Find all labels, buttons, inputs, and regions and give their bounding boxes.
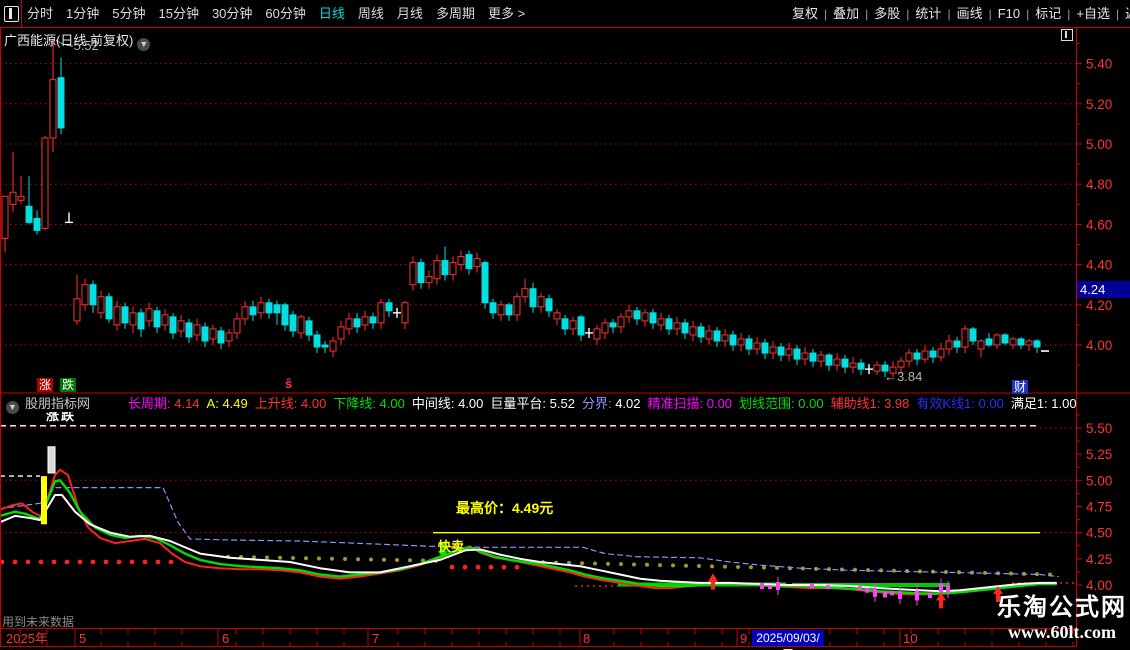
svg-text:4.80: 4.80 — [1086, 177, 1112, 192]
date-label-6: 6 — [222, 631, 230, 646]
chevron-down-icon[interactable]: ▼ — [6, 401, 19, 414]
svg-text:4.00: 4.00 — [1086, 338, 1112, 353]
svg-text:5.20: 5.20 — [1086, 97, 1112, 112]
menu-item-60分钟[interactable]: 60分钟 — [265, 0, 305, 27]
svg-text:5.00: 5.00 — [1086, 137, 1112, 152]
tool-button-F10[interactable]: F10 — [992, 0, 1026, 27]
menu-item-1分钟[interactable]: 1分钟 — [66, 0, 99, 27]
watermark-url: www.60lt.com — [1008, 622, 1116, 642]
tool-button-标记[interactable]: 标记 — [1029, 0, 1067, 27]
app-window: ~5.52 ←3.84 最高价：4.49元 快卖 5.40 5.20 5.00 4.80 4.6… — [0, 0, 1130, 650]
param-A: A: 4.49 — [206, 396, 248, 411]
date-label-8: 8 — [583, 631, 591, 646]
menu-item-周线[interactable]: 周线 — [358, 0, 384, 27]
menu-item-15分钟[interactable]: 15分钟 — [158, 0, 198, 27]
tools-menu: 复权|叠加|多股|统计|画线|F10|标记|+自选|返回 — [786, 0, 1130, 27]
svg-text:4.60: 4.60 — [1086, 217, 1112, 232]
menu-item-30分钟[interactable]: 30分钟 — [212, 0, 252, 27]
tool-button-+自选[interactable]: +自选 — [1070, 0, 1116, 27]
svg-text:最高价：4.49元: 最高价：4.49元 — [456, 500, 553, 516]
badge-财[interactable]: 财 — [1012, 380, 1029, 394]
param-辅助线1: 辅助线1: 3.98 — [830, 396, 910, 411]
tool-button-统计[interactable]: 统计 — [909, 0, 947, 27]
chevron-down-icon[interactable]: ▼ — [137, 38, 151, 51]
param-中间线: 中间线: 4.00 — [411, 396, 484, 411]
tool-button-多股[interactable]: 多股 — [868, 0, 906, 27]
svg-text:5.25: 5.25 — [1086, 447, 1112, 462]
future-data-warning: 用到未来数据 — [2, 615, 75, 629]
svg-text:4.75: 4.75 — [1086, 499, 1112, 514]
tool-button-复权[interactable]: 复权 — [786, 0, 824, 27]
badge-涨: 涨 — [37, 378, 54, 392]
period-menu: 分时 1分钟 5分钟 15分钟 30分钟 60分钟 日线 周线 月线 多周期 更多 > — [27, 0, 538, 27]
last-price-box: 4.24 — [1077, 281, 1130, 298]
date-label-2025年: 2025年 — [6, 631, 48, 646]
svg-text:快卖: 快卖 — [438, 539, 464, 554]
svg-text:4.20: 4.20 — [1086, 298, 1112, 313]
date-label-7: 7 — [372, 631, 380, 646]
menu-item-多周期[interactable]: 多周期 — [436, 0, 475, 27]
date-label-9: 9 — [740, 631, 748, 646]
param-分界: 分界: 4.02 — [581, 396, 641, 411]
svg-text:4.50: 4.50 — [1086, 526, 1112, 541]
svg-text:5.00: 5.00 — [1086, 473, 1112, 488]
sell-signal-mark: ŝ — [285, 376, 293, 391]
param-长周期: 长周期: 4.14 — [128, 396, 200, 411]
chart-title-row: 广西能源(日线.前复权) ▼ — [4, 30, 151, 51]
param-上升线: 上升线: 4.00 — [254, 396, 327, 411]
svg-text:4.40: 4.40 — [1086, 258, 1112, 273]
indicator-header: ▼ 股朋指标网 — [6, 396, 91, 414]
menu-item-更多 >[interactable]: 更多 > — [488, 0, 525, 27]
indicator-title: 股朋指标网 — [25, 396, 91, 411]
svg-text:4.00: 4.00 — [1086, 578, 1112, 593]
svg-text:5.50: 5.50 — [1086, 421, 1112, 436]
clipped-signal-label: 涨跌 — [46, 412, 77, 422]
chart-canvas: ~5.52←3.84最高价：4.49元快卖5.405.205.004.804.6… — [0, 27, 1130, 647]
tool-button-叠加[interactable]: 叠加 — [827, 0, 865, 27]
menu-item-月线[interactable]: 月线 — [397, 0, 423, 27]
top-menu-bar: 分时 1分钟 5分钟 15分钟 30分钟 60分钟 日线 周线 月线 多周期 更多 > 复权 | 叠加 |… — [0, 0, 1130, 27]
param-精准扫描: 精准扫描: 0.00 — [647, 396, 733, 411]
badge-跌: 跌 — [60, 378, 77, 392]
menu-item-分时[interactable]: 分时 — [27, 0, 53, 27]
param-下降线: 下降线: 4.00 — [333, 396, 405, 411]
menu-separator-line — [21, 0, 22, 27]
selected-date-highlight: 2025/09/03/三 — [752, 630, 824, 650]
date-label-10: 10 — [903, 631, 918, 646]
watermark: 乐淘公式网 www.60lt.com — [994, 593, 1130, 642]
watermark-site-name: 乐淘公式网 — [997, 594, 1127, 621]
param-有效K线1: 有效K线1: 0.00 — [916, 396, 1004, 411]
stock-title: 广西能源(日线.前复权) — [4, 33, 134, 48]
svg-text:4.25: 4.25 — [1086, 552, 1112, 567]
menu-item-日线[interactable]: 日线 — [319, 0, 345, 27]
svg-text:5.40: 5.40 — [1086, 57, 1112, 72]
layout-split-icon[interactable] — [4, 6, 19, 22]
svg-text:←3.84: ←3.84 — [884, 369, 922, 384]
date-label-5: 5 — [79, 631, 87, 646]
param-划线范围: 划线范围: 0.00 — [739, 396, 824, 411]
pane-split-icon[interactable] — [1061, 29, 1073, 41]
param-满足1: 满足1: 1.00 — [1010, 396, 1076, 411]
menu-item-5分钟[interactable]: 5分钟 — [112, 0, 145, 27]
tool-button-画线[interactable]: 画线 — [951, 0, 989, 27]
param-巨量平台: 巨量平台: 5.52 — [490, 396, 575, 411]
indicator-param-bar: 长周期: 4.14 A: 4.49 上升线: 4.00 下降线: 4.00 中间线: 4… — [128, 396, 1076, 412]
tool-button-返回[interactable]: 返回 — [1119, 0, 1130, 27]
